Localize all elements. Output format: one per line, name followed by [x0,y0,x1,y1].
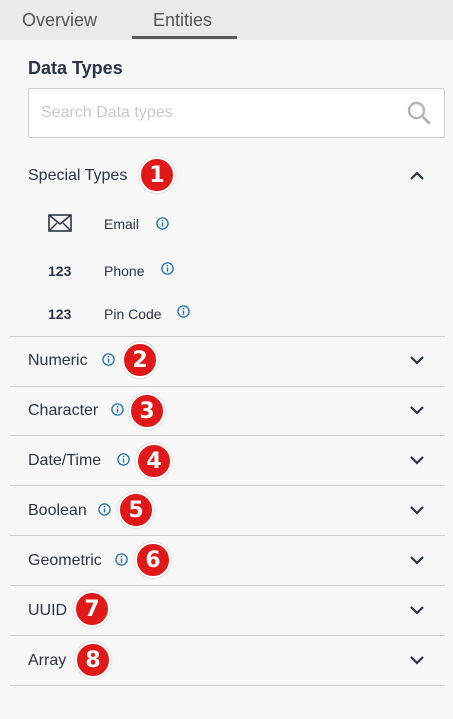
info-icon[interactable] [177,305,190,318]
section-numeric[interactable]: Numeric [28,342,425,378]
divider [10,386,445,387]
section-label: UUID [28,602,68,619]
section-boolean[interactable]: Boolean [28,492,425,528]
special-type-label: Email [104,216,140,232]
section-character[interactable]: Character [28,392,425,428]
annotation-badge: 7 [74,591,110,627]
info-icon[interactable] [161,262,174,275]
info-icon[interactable] [115,553,128,566]
section-label: Numeric [28,352,88,369]
special-type-label: Pin Code [104,306,162,322]
section-label: Boolean [28,502,87,519]
annotation-badge: 2 [122,342,158,378]
chevron-down-icon[interactable] [409,402,425,418]
number-icon: 123 [48,306,72,322]
tab-overview[interactable]: Overview [22,10,97,31]
number-icon: 123 [48,263,72,279]
divider [10,585,445,586]
chevron-down-icon[interactable] [409,452,425,468]
info-icon[interactable] [102,353,115,366]
envelope-icon [48,214,72,232]
info-icon[interactable] [98,503,111,516]
section-label: Geometric [28,552,102,569]
chevron-down-icon[interactable] [409,652,425,668]
panel-title: Data Types [28,58,123,78]
section-date-time[interactable]: Date/Time [28,442,425,478]
annotation-badge: 5 [118,492,154,528]
annotation-badge: 1 [139,157,175,193]
divider [10,435,445,436]
annotation-badge: 6 [135,542,171,578]
special-type-pin-code[interactable]: 123 Pin Code [48,303,248,327]
divider [10,485,445,486]
section-label: Character [28,402,99,419]
tab-entities[interactable]: Entities [153,10,212,31]
section-label: Array [28,652,67,669]
chevron-up-icon[interactable] [409,168,425,184]
divider [10,535,445,536]
chevron-down-icon[interactable] [409,602,425,618]
special-type-phone[interactable]: 123 Phone [48,260,248,284]
info-icon[interactable] [156,217,169,230]
section-geometric[interactable]: Geometric [28,542,425,578]
info-icon[interactable] [117,453,130,466]
chevron-down-icon[interactable] [409,502,425,518]
divider [10,635,445,636]
divider [10,336,445,337]
search-box [28,88,445,138]
section-label: Date/Time [28,452,102,469]
section-label: Special Types [28,167,128,184]
annotation-badge: 4 [136,443,172,479]
special-type-email[interactable]: Email [48,213,248,237]
info-icon[interactable] [111,403,124,416]
tab-bar: Overview Entities [0,0,453,40]
special-type-label: Phone [104,263,145,279]
section-special-types[interactable]: Special Types [28,158,425,194]
chevron-down-icon[interactable] [409,352,425,368]
active-tab-indicator [132,36,237,39]
annotation-badge: 8 [75,642,111,678]
divider [10,685,445,686]
search-input[interactable] [29,89,389,137]
annotation-badge: 3 [129,393,165,429]
search-icon[interactable] [406,100,432,126]
chevron-down-icon[interactable] [409,552,425,568]
